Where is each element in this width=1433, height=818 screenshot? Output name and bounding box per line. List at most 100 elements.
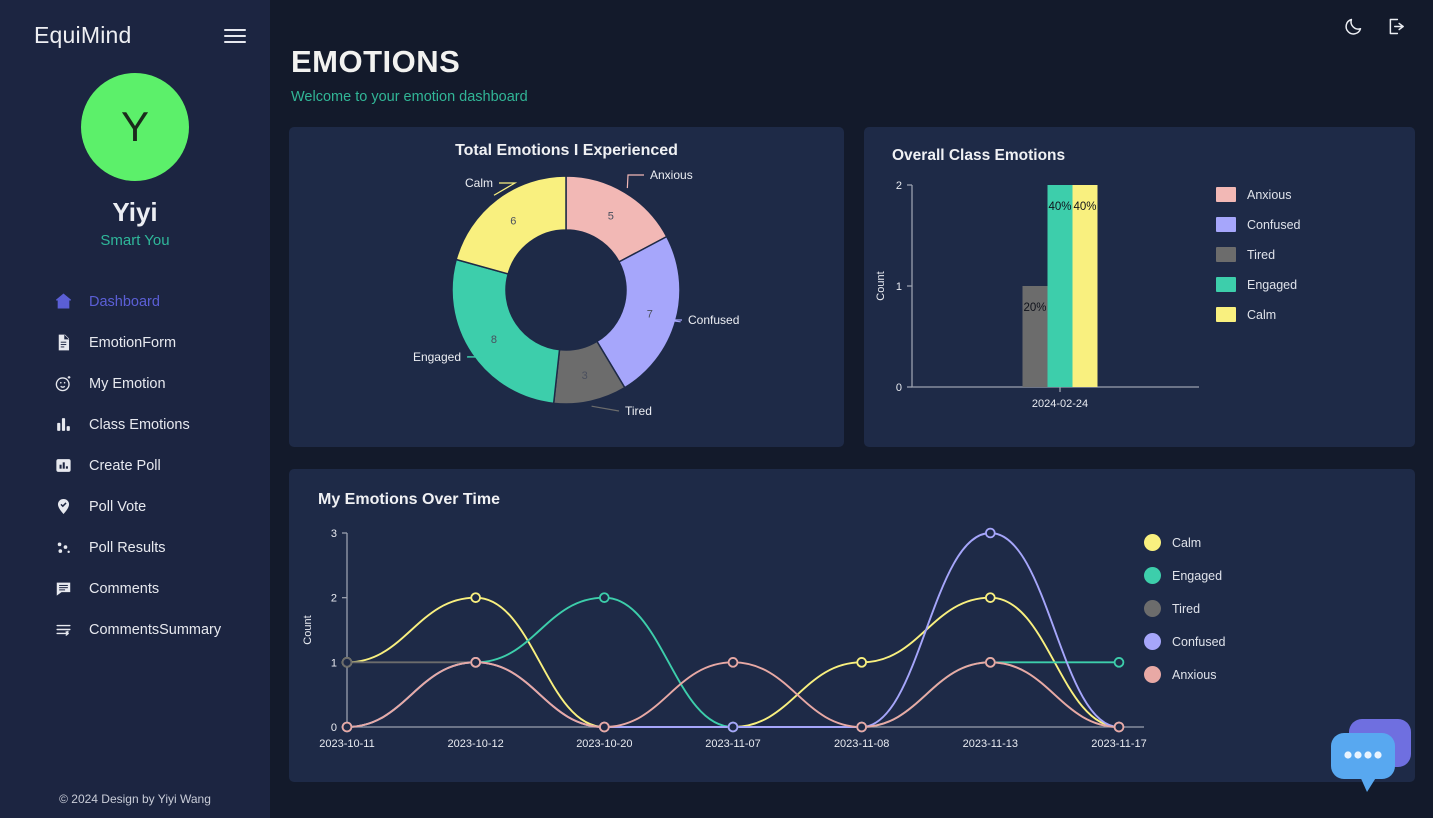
legend-swatch	[1216, 217, 1236, 232]
bar-chart-legend: Anxious Confused Tired Engaged Calm	[1216, 187, 1301, 322]
legend-label: Calm	[1172, 535, 1202, 550]
legend-label: Tired	[1172, 601, 1201, 616]
svg-text:Engaged: Engaged	[413, 350, 461, 364]
moon-icon[interactable]	[1343, 16, 1364, 37]
charts-row-top: Total Emotions I Experienced 5 Anxious 7 Co…	[288, 127, 1415, 447]
svg-text:3: 3	[331, 528, 337, 540]
top-actions	[1343, 16, 1407, 37]
page-subtitle: Welcome to your emotion dashboard	[291, 89, 528, 105]
sidebar-item-comments[interactable]: Comments	[0, 568, 270, 609]
sidebar-item-label: EmotionForm	[89, 334, 177, 351]
svg-text:2023-11-08: 2023-11-08	[834, 738, 889, 750]
svg-text:2023-11-13: 2023-11-13	[963, 738, 1018, 750]
legend-item[interactable]: Tired	[1216, 247, 1301, 262]
bar-chart-icon	[54, 415, 73, 434]
bar-chart[interactable]: 0 1 2 Count 20% 40% 40% 2024-02-24	[864, 127, 1415, 447]
legend-item[interactable]: Anxious	[1144, 666, 1226, 683]
sidebar-item-comments-summary[interactable]: CommentsSummary	[0, 609, 270, 650]
user-tagline: Smart You	[100, 232, 170, 249]
legend-item[interactable]: Calm	[1216, 307, 1301, 322]
legend-item[interactable]: Anxious	[1216, 187, 1301, 202]
svg-text:Tired: Tired	[625, 404, 652, 418]
home-icon	[54, 292, 73, 311]
sidebar-item-poll-results[interactable]: Poll Results	[0, 527, 270, 568]
smiley-sparkle-icon	[54, 374, 73, 393]
legend-label: Confused	[1172, 634, 1226, 649]
legend-item[interactable]: Confused	[1144, 633, 1226, 650]
sidebar-nav: Dashboard EmotionForm My Emotion Class E…	[0, 281, 270, 650]
legend-swatch	[1216, 277, 1236, 292]
sidebar-item-label: Poll Vote	[89, 498, 147, 515]
sidebar-item-poll-vote[interactable]: Poll Vote	[0, 486, 270, 527]
sidebar-item-label: Create Poll	[89, 457, 161, 474]
sidebar-item-label: CommentsSummary	[89, 621, 222, 638]
svg-text:2023-10-11: 2023-10-11	[319, 738, 374, 750]
legend-item[interactable]: Tired	[1144, 600, 1226, 617]
svg-text:2024-02-24: 2024-02-24	[1032, 398, 1088, 410]
legend-swatch	[1216, 247, 1236, 262]
sidebar-footer: © 2024 Design by Yiyi Wang	[59, 792, 211, 806]
legend-swatch	[1144, 633, 1161, 650]
legend-item[interactable]: Confused	[1216, 217, 1301, 232]
svg-text:7: 7	[647, 308, 653, 320]
svg-text:2023-11-07: 2023-11-07	[705, 738, 760, 750]
sidebar-item-class-emotions[interactable]: Class Emotions	[0, 404, 270, 445]
legend-label: Anxious	[1247, 187, 1292, 202]
pie-chart[interactable]: 5 Anxious 7 Confused 3 Tired 8 Engaged 6 Calm	[289, 127, 844, 447]
svg-text:Anxious: Anxious	[650, 168, 693, 182]
pin-check-icon	[54, 497, 73, 516]
summary-lines-icon	[54, 620, 73, 639]
sidebar-item-dashboard[interactable]: Dashboard	[0, 281, 270, 322]
main-content: EMOTIONS Welcome to your emotion dashboa…	[270, 0, 1433, 818]
card-class-emotions: Overall Class Emotions 0 1 2 Count 20% 40% 40%…	[864, 127, 1415, 447]
sidebar-item-label: Class Emotions	[89, 416, 190, 433]
svg-text:2023-10-12: 2023-10-12	[448, 738, 504, 750]
svg-text:0: 0	[896, 382, 902, 394]
hamburger-icon[interactable]	[224, 28, 246, 43]
svg-text:5: 5	[608, 210, 614, 222]
line-chart[interactable]: 0 1 2 3 Count 2023-10-11 2023-10-12 2023-10-20 2…	[289, 469, 1415, 782]
sidebar-header: EquiMind	[0, 0, 270, 49]
user-name: Yiyi	[112, 197, 158, 227]
chat-bubbles-icon[interactable]	[1323, 714, 1421, 796]
sidebar-item-label: Comments	[89, 580, 160, 597]
legend-label: Engaged	[1247, 277, 1298, 292]
sidebar-item-label: Dashboard	[89, 293, 160, 310]
svg-text:2023-10-20: 2023-10-20	[576, 738, 632, 750]
chart-square-icon	[54, 456, 73, 475]
svg-text:40%: 40%	[1073, 201, 1096, 213]
svg-text:6: 6	[510, 216, 516, 228]
legend-item[interactable]: Engaged	[1216, 277, 1301, 292]
card-total-emotions: Total Emotions I Experienced 5 Anxious 7 Co…	[289, 127, 844, 447]
sidebar-item-my-emotion[interactable]: My Emotion	[0, 363, 270, 404]
sidebar-item-create-poll[interactable]: Create Poll	[0, 445, 270, 486]
svg-text:Count: Count	[302, 615, 314, 644]
svg-text:2: 2	[896, 180, 902, 192]
legend-item[interactable]: Calm	[1144, 534, 1226, 551]
svg-text:Count: Count	[875, 271, 887, 300]
svg-text:2023-11-17: 2023-11-17	[1091, 738, 1146, 750]
logout-icon[interactable]	[1386, 16, 1407, 37]
legend-item[interactable]: Engaged	[1144, 567, 1226, 584]
sidebar-item-label: Poll Results	[89, 539, 166, 556]
svg-text:2: 2	[331, 593, 337, 605]
sidebar: EquiMind Y Yiyi Smart You Dashboard Emot…	[0, 0, 270, 818]
dashboard-app: EquiMind Y Yiyi Smart You Dashboard Emot…	[0, 0, 1433, 818]
legend-swatch	[1144, 567, 1161, 584]
legend-label: Tired	[1247, 247, 1276, 262]
sidebar-item-emotionform[interactable]: EmotionForm	[0, 322, 270, 363]
document-icon	[54, 333, 73, 352]
scatter-dots-icon	[54, 538, 73, 557]
legend-swatch	[1216, 307, 1236, 322]
user-profile: Y Yiyi Smart You	[0, 73, 270, 249]
legend-swatch	[1144, 666, 1161, 683]
legend-swatch	[1216, 187, 1236, 202]
avatar[interactable]: Y	[81, 73, 189, 181]
svg-text:8: 8	[491, 334, 497, 346]
line-chart-legend: Calm Engaged Tired Confused Anxious	[1144, 534, 1226, 683]
legend-swatch	[1144, 534, 1161, 551]
svg-text:20%: 20%	[1023, 302, 1046, 314]
svg-text:0: 0	[331, 722, 337, 734]
card-emotions-over-time: My Emotions Over Time 0 1 2 3 Count 2023-10-1…	[289, 469, 1415, 782]
legend-swatch	[1144, 600, 1161, 617]
